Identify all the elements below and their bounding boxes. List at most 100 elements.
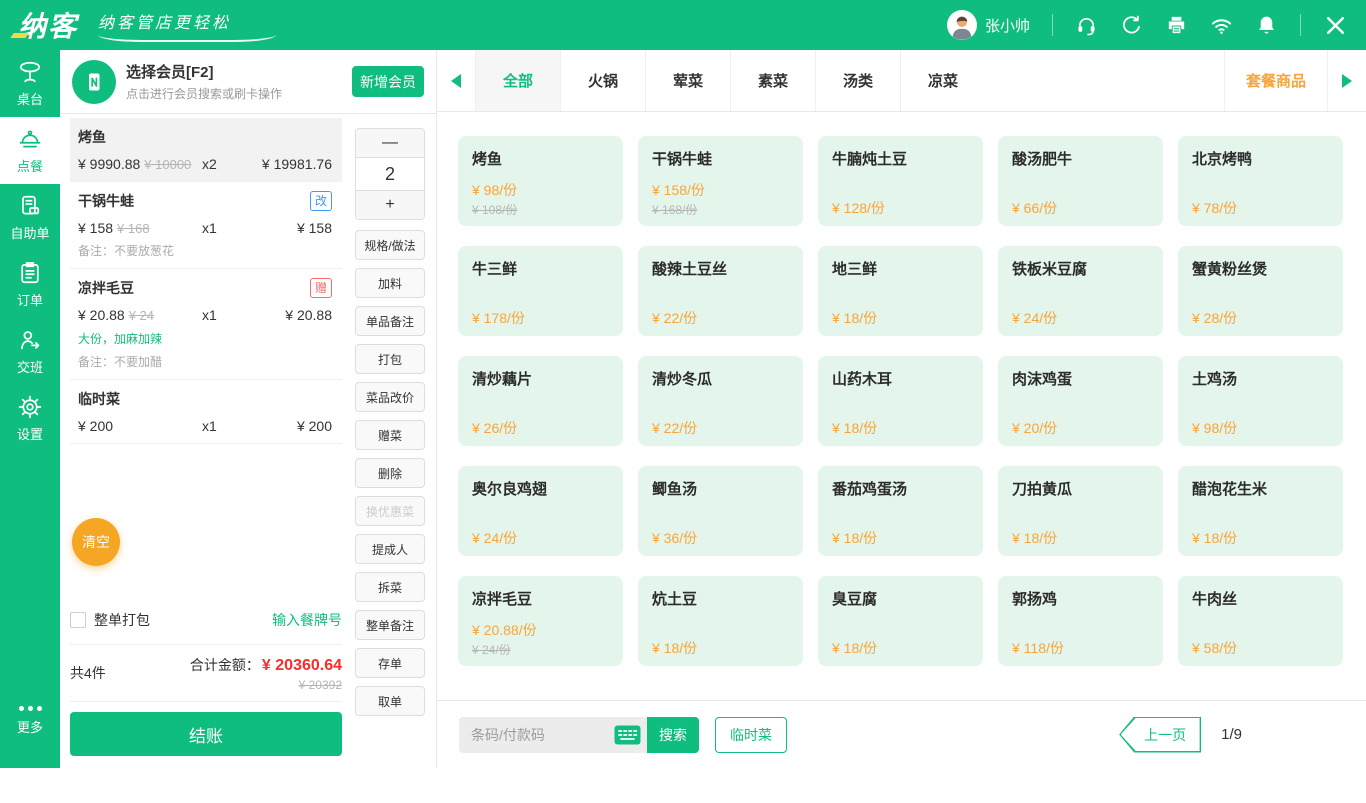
total-original-amount: ¥ 20392 [190, 678, 342, 692]
dish-card[interactable]: 铁板米豆腐 ¥ 24/份 [998, 246, 1163, 336]
order-item-note: 备注：不要放葱花 [78, 242, 332, 259]
gift-badge[interactable]: 赠 [310, 278, 332, 298]
divider [1300, 14, 1301, 36]
close-icon[interactable] [1323, 13, 1348, 38]
sidebar-item-shift[interactable]: 交班 [0, 318, 60, 385]
item-actions: — 2 + 规格/做法 加料 单品备注 打包 菜品改价 赠菜 删除 换优惠菜 提… [355, 128, 425, 716]
sidebar-item-ordering[interactable]: 点餐 [0, 117, 60, 184]
order-item[interactable]: 临时菜 ¥ 200 x1 ¥ 200 [70, 380, 342, 444]
modified-badge[interactable]: 改 [310, 191, 332, 211]
order-item[interactable]: 干锅牛蛙 改 ¥ 158¥ 168 x1 ¥ 158 备注：不要放葱花 [70, 182, 342, 269]
sidebar-item-more[interactable]: 更多 [0, 687, 60, 754]
retrieve-order-button[interactable]: 取单 [355, 686, 425, 716]
dish-card[interactable]: 奥尔良鸡翅 ¥ 24/份 [458, 466, 623, 556]
tab-meat[interactable]: 荤菜 [645, 50, 730, 111]
gift-dish-button[interactable]: 赠菜 [355, 420, 425, 450]
dish-card[interactable]: 干锅牛蛙 ¥ 158/份¥ 168/份 [638, 136, 803, 226]
gear-icon [17, 394, 43, 420]
dish-card[interactable]: 清炒藕片 ¥ 26/份 [458, 356, 623, 446]
prev-page-button[interactable]: 上一页 [1119, 717, 1201, 753]
left-arrow-icon [451, 74, 461, 88]
self-order-icon [17, 193, 43, 219]
tab-soup[interactable]: 汤类 [815, 50, 900, 111]
dish-card[interactable]: 炕土豆 ¥ 18/份 [638, 576, 803, 666]
sidebar-item-orders[interactable]: 订单 [0, 251, 60, 318]
dish-card[interactable]: 郭扬鸡 ¥ 118/份 [998, 576, 1163, 666]
dish-card[interactable]: 臭豆腐 ¥ 18/份 [818, 576, 983, 666]
save-order-button[interactable]: 存单 [355, 648, 425, 678]
table-icon [17, 59, 43, 85]
add-ingredient-button[interactable]: 加料 [355, 268, 425, 298]
dish-card[interactable]: 土鸡汤 ¥ 98/份 [1178, 356, 1343, 446]
dish-card[interactable]: 清炒冬瓜 ¥ 22/份 [638, 356, 803, 446]
printer-icon[interactable] [1165, 14, 1188, 37]
tab-cold[interactable]: 凉菜 [900, 50, 985, 111]
order-item[interactable]: 凉拌毛豆 赠 ¥ 20.88¥ 24 x1 ¥ 20.88 大份，加麻加辣 备注… [70, 269, 342, 380]
pack-label: 整单打包 [94, 610, 150, 630]
dish-card[interactable]: 肉沫鸡蛋 ¥ 20/份 [998, 356, 1163, 446]
dish-card[interactable]: 北京烤鸭 ¥ 78/份 [1178, 136, 1343, 226]
tabs-scroll-right[interactable] [1328, 50, 1366, 111]
keyboard-icon[interactable] [614, 725, 641, 745]
bottom-bar: 搜索 临时菜 上一页 1/9 下一页 [437, 700, 1366, 768]
dish-card[interactable]: 牛三鲜 ¥ 178/份 [458, 246, 623, 336]
dish-card[interactable]: 醋泡花生米 ¥ 18/份 [1178, 466, 1343, 556]
member-title: 选择会员[F2] [126, 61, 352, 82]
qty-minus-button[interactable]: — [356, 129, 424, 157]
tab-hotpot[interactable]: 火锅 [560, 50, 645, 111]
qty-plus-button[interactable]: + [356, 191, 424, 219]
tab-vegetable[interactable]: 素菜 [730, 50, 815, 111]
pack-whole-order-checkbox[interactable] [70, 612, 86, 628]
tab-all[interactable]: 全部 [475, 50, 560, 111]
cloche-icon [17, 126, 43, 152]
more-dots-icon [19, 706, 42, 711]
right-arrow-icon [1342, 74, 1352, 88]
commission-person-button[interactable]: 提成人 [355, 534, 425, 564]
sidebar-item-tables[interactable]: 桌台 [0, 50, 60, 117]
add-member-button[interactable]: 新增会员 [352, 66, 424, 97]
slogan-underline [98, 35, 276, 42]
support-icon[interactable] [1075, 14, 1098, 37]
dish-card[interactable]: 地三鲜 ¥ 18/份 [818, 246, 983, 336]
dish-card[interactable]: 山药木耳 ¥ 18/份 [818, 356, 983, 446]
dish-card[interactable]: 蟹黄粉丝煲 ¥ 28/份 [1178, 246, 1343, 336]
split-dish-button[interactable]: 拆菜 [355, 572, 425, 602]
clear-order-button[interactable]: 清空 [72, 518, 120, 566]
brand: 纳客 纳客管店更轻松 [18, 5, 276, 45]
search-button[interactable]: 搜索 [647, 717, 699, 753]
sidebar-item-settings[interactable]: 设置 [0, 385, 60, 452]
bell-icon[interactable] [1255, 14, 1278, 37]
dish-card[interactable]: 番茄鸡蛋汤 ¥ 18/份 [818, 466, 983, 556]
dish-card[interactable]: 烤鱼 ¥ 98/份¥ 108/份 [458, 136, 623, 226]
sidebar-item-self-order[interactable]: 自助单 [0, 184, 60, 251]
member-select[interactable]: 选择会员[F2] 点击进行会员搜索或刷卡操作 新增会员 [60, 50, 436, 114]
quantity-stepper: — 2 + [355, 128, 425, 220]
order-item[interactable]: 烤鱼 ¥ 9990.88¥ 10000 x2 ¥ 19981.76 [70, 118, 342, 182]
top-bar: 纳客 纳客管店更轻松 张小帅 [0, 0, 1366, 50]
user-account[interactable]: 张小帅 [947, 10, 1030, 40]
wifi-icon[interactable] [1210, 14, 1233, 37]
tab-combo[interactable]: 套餐商品 [1224, 50, 1328, 111]
whole-order-note-button[interactable]: 整单备注 [355, 610, 425, 640]
dish-card[interactable]: 酸汤肥牛 ¥ 66/份 [998, 136, 1163, 226]
dish-card[interactable]: 牛腩炖土豆 ¥ 128/份 [818, 136, 983, 226]
dish-card[interactable]: 凉拌毛豆 ¥ 20.88/份¥ 24/份 [458, 576, 623, 666]
dish-card[interactable]: 牛肉丝 ¥ 58/份 [1178, 576, 1343, 666]
divider [1052, 14, 1053, 36]
delete-button[interactable]: 删除 [355, 458, 425, 488]
item-note-button[interactable]: 单品备注 [355, 306, 425, 336]
change-price-button[interactable]: 菜品改价 [355, 382, 425, 412]
sync-icon[interactable] [1120, 14, 1143, 37]
app-logo: 纳客 [18, 5, 78, 45]
tabs-scroll-left[interactable] [437, 50, 475, 111]
dish-card[interactable]: 鲫鱼汤 ¥ 36/份 [638, 466, 803, 556]
enter-table-number-link[interactable]: 输入餐牌号 [272, 610, 342, 630]
dish-card[interactable]: 刀拍黄瓜 ¥ 18/份 [998, 466, 1163, 556]
pack-button[interactable]: 打包 [355, 344, 425, 374]
menu-area: 全部 火锅 荤菜 素菜 汤类 凉菜 套餐商品 烤鱼 ¥ 98/份¥ 108/份 … [437, 50, 1366, 768]
temp-dish-button[interactable]: 临时菜 [715, 717, 787, 753]
dish-card[interactable]: 酸辣土豆丝 ¥ 22/份 [638, 246, 803, 336]
category-tabbar: 全部 火锅 荤菜 素菜 汤类 凉菜 套餐商品 [437, 50, 1366, 112]
checkout-button[interactable]: 结账 [70, 712, 342, 756]
spec-method-button[interactable]: 规格/做法 [355, 230, 425, 260]
